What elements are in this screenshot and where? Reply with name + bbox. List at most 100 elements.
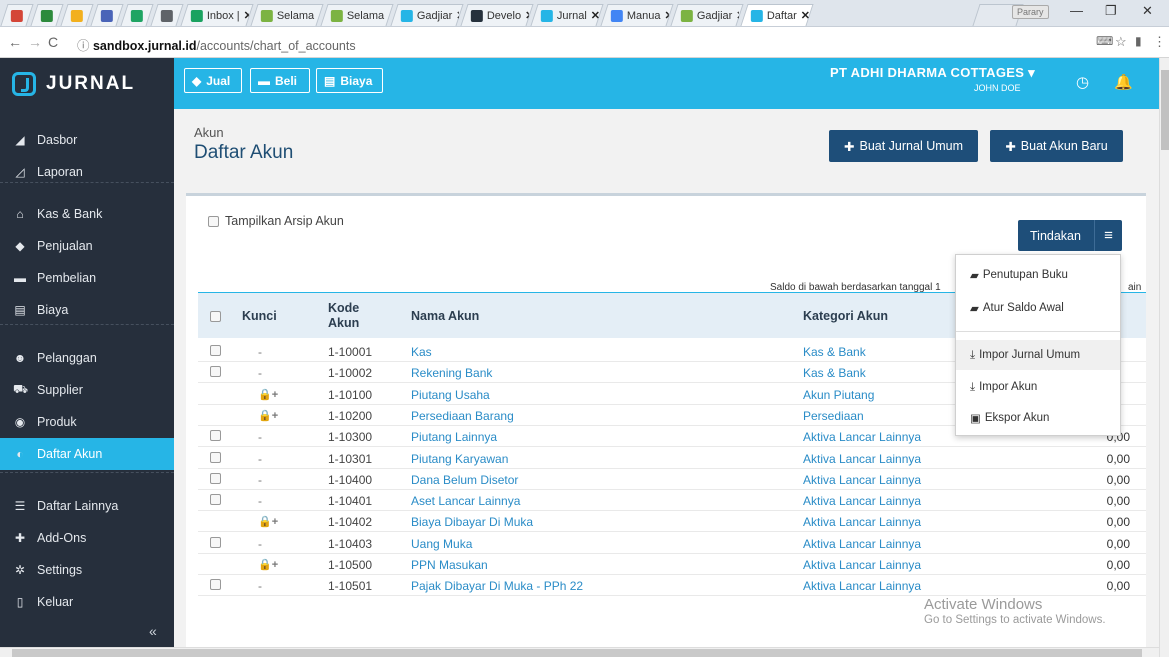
account-name-link[interactable]: Piutang Karyawan <box>411 452 508 466</box>
show-archive-toggle[interactable]: Tampilkan Arsip Akun <box>208 214 344 228</box>
bell-icon[interactable]: 🔔 <box>1114 73 1133 91</box>
browser-tab[interactable]: Inbox | ✕ <box>180 4 254 26</box>
account-category-link[interactable]: Aktiva Lancar Lainnya <box>803 579 921 593</box>
url-field[interactable]: ⓘ sandbox.jurnal.id/accounts/chart_of_ac… <box>77 35 356 54</box>
account-name-link[interactable]: PPN Masukan <box>411 558 488 572</box>
row-checkbox[interactable] <box>210 366 221 378</box>
tab-close-icon[interactable]: ✕ <box>244 9 249 22</box>
tab-close-icon[interactable]: ✕ <box>388 9 389 22</box>
header-kategori-akun[interactable]: Kategori Akun <box>803 293 888 339</box>
browser-tab[interactable]: Develo ✕ <box>460 4 534 26</box>
sidebar-item-add-ons[interactable]: ✚ Add-Ons <box>0 522 174 554</box>
account-category-link[interactable]: Persediaan <box>803 409 864 423</box>
reload-icon[interactable]: C <box>48 34 58 50</box>
menu-icon[interactable]: ≡ <box>1094 220 1122 251</box>
archive-checkbox[interactable] <box>208 215 219 227</box>
table-row[interactable]: - 1-10400 Dana Belum Disetor Aktiva Lancar … <box>198 469 1146 490</box>
account-category-link[interactable]: Aktiva Lancar Lainnya <box>803 452 921 466</box>
account-category-link[interactable]: Aktiva Lancar Lainnya <box>803 537 921 551</box>
tab-close-icon[interactable]: ✕ <box>525 9 529 22</box>
browser-tab[interactable]: Jurnal ✕ <box>530 4 604 26</box>
account-category-link[interactable]: Kas & Bank <box>803 345 866 359</box>
jual-button[interactable]: ◆ Jual <box>184 68 242 93</box>
table-row[interactable]: - 1-10403 Uang Muka Aktiva Lancar Lainnya 0,… <box>198 533 1146 554</box>
account-name-link[interactable]: Piutang Usaha <box>411 388 490 402</box>
sidebar-item-settings[interactable]: ✲ Settings <box>0 554 174 586</box>
account-name-link[interactable]: Rekening Bank <box>411 366 492 380</box>
row-checkbox[interactable] <box>210 430 221 442</box>
account-category-link[interactable]: Aktiva Lancar Lainnya <box>803 430 921 444</box>
close-window-icon[interactable]: ✕ <box>1142 3 1153 19</box>
table-row[interactable]: - 1-10401 Aset Lancar Lainnya Aktiva Lancar… <box>198 490 1146 512</box>
menu-item-atur-saldo-awal[interactable]: ▰ Atur Saldo Awal <box>956 293 1120 323</box>
table-row[interactable]: - 1-10501 Pajak Dibayar Di Muka - PPh 22 Ak… <box>198 575 1146 597</box>
beli-button[interactable]: ▬ Beli <box>250 68 310 93</box>
sidebar-item-keluar[interactable]: ▯ Keluar <box>0 586 174 618</box>
row-checkbox[interactable] <box>210 536 221 548</box>
tab-close-icon[interactable]: ✕ <box>736 9 739 22</box>
horizontal-scrollbar[interactable] <box>0 647 1159 657</box>
browser-tab[interactable]: Selama✕ <box>250 4 324 26</box>
sidebar-item-penjualan[interactable]: ◆ Penjualan <box>0 230 174 262</box>
account-category-link[interactable]: Aktiva Lancar Lainnya <box>803 494 921 508</box>
browser-tab[interactable]: Selama✕ <box>320 4 394 26</box>
account-name-link[interactable]: Uang Muka <box>411 537 472 551</box>
tab-close-icon[interactable]: ✕ <box>664 9 668 22</box>
row-checkbox[interactable] <box>210 494 221 506</box>
account-category-link[interactable]: Aktiva Lancar Lainnya <box>803 558 921 572</box>
extension-icon[interactable]: ▮ <box>1135 34 1142 48</box>
bookmark-star-icon[interactable]: ☆ <box>1115 34 1127 50</box>
sidebar-item-laporan[interactable]: ◿ Laporan <box>0 156 174 188</box>
header-nama-akun[interactable]: Nama Akun <box>411 293 479 339</box>
sidebar-item-daftar-lainnya[interactable]: ☰ Daftar Lainnya <box>0 490 174 522</box>
browser-tab[interactable] <box>150 4 184 26</box>
browser-tab[interactable] <box>0 4 34 26</box>
account-category-link[interactable]: Akun Piutang <box>803 388 874 402</box>
menu-item-penutupan-buku[interactable]: ▰ Penutupan Buku <box>956 260 1120 290</box>
translate-icon[interactable]: ⌨ <box>1096 34 1113 48</box>
browser-tab[interactable]: Gadjiar ✕ <box>670 4 744 26</box>
table-row[interactable]: - 1-10301 Piutang Karyawan Aktiva Lancar La… <box>198 448 1146 469</box>
row-checkbox[interactable] <box>210 579 221 591</box>
browser-tab[interactable] <box>30 4 64 26</box>
account-name-link[interactable]: Piutang Lainnya <box>411 430 497 444</box>
browser-tab[interactable]: Daftar ✕ <box>740 4 814 26</box>
account-category-link[interactable]: Aktiva Lancar Lainnya <box>803 473 921 487</box>
tindakan-button[interactable]: Tindakan ≡ <box>1018 220 1122 251</box>
row-checkbox[interactable] <box>210 345 221 356</box>
company-switcher[interactable]: PT ADHI DHARMA COTTAGES ▾ <box>830 65 1035 81</box>
header-kode-akun[interactable]: Kode Akun <box>328 293 359 339</box>
account-name-link[interactable]: Persediaan Barang <box>411 409 514 423</box>
sidebar-item-daftar-akun[interactable]: ◐ Daftar Akun <box>0 438 174 470</box>
back-icon[interactable]: ← <box>8 34 22 50</box>
menu-item-ekspor-akun[interactable]: ▣ Ekspor Akun <box>956 403 1120 433</box>
account-name-link[interactable]: Dana Belum Disetor <box>411 473 518 487</box>
tab-close-icon[interactable]: ✕ <box>591 9 599 22</box>
account-name-link[interactable]: Pajak Dibayar Di Muka - PPh 22 <box>411 579 583 593</box>
account-name-link[interactable]: Kas <box>411 345 432 359</box>
menu-item-impor-jurnal-umum[interactable]: ⤓ Impor Jurnal Umum <box>956 340 1120 370</box>
sidebar-item-kas-bank[interactable]: ⌂ Kas & Bank <box>0 198 174 230</box>
maximize-icon[interactable]: ❐ <box>1105 3 1117 19</box>
browser-tab[interactable] <box>60 4 94 26</box>
account-category-link[interactable]: Aktiva Lancar Lainnya <box>803 515 921 529</box>
header-kunci[interactable]: Kunci <box>242 293 277 339</box>
account-category-link[interactable]: Kas & Bank <box>803 366 866 380</box>
account-name-link[interactable]: Biaya Dibayar Di Muka <box>411 515 533 529</box>
tab-close-icon[interactable]: ✕ <box>456 9 459 22</box>
row-checkbox[interactable] <box>210 451 221 463</box>
sidebar-item-dasbor[interactable]: ◢ Dasbor <box>0 124 174 156</box>
tab-close-icon[interactable]: ✕ <box>318 9 319 22</box>
collapse-sidebar-icon[interactable]: « <box>149 623 157 639</box>
account-name-link[interactable]: Aset Lancar Lainnya <box>411 494 520 508</box>
buat-jurnal-umum-button[interactable]: ✚ Buat Jurnal Umum <box>829 130 978 162</box>
biaya-button[interactable]: ▤ Biaya <box>316 68 383 93</box>
sidebar-item-pembelian[interactable]: ▬ Pembelian <box>0 262 174 294</box>
browser-tab[interactable] <box>90 4 124 26</box>
minimize-icon[interactable]: — <box>1070 3 1083 18</box>
profile-chip[interactable]: Parary <box>1012 5 1049 19</box>
table-row[interactable]: 🔒+ 1-10402 Biaya Dibayar Di Muka Aktiva Lan… <box>198 511 1146 533</box>
vertical-scrollbar[interactable] <box>1159 58 1169 657</box>
browser-tab[interactable] <box>120 4 154 26</box>
sidebar-item-supplier[interactable]: ⛟ Supplier <box>0 374 174 406</box>
